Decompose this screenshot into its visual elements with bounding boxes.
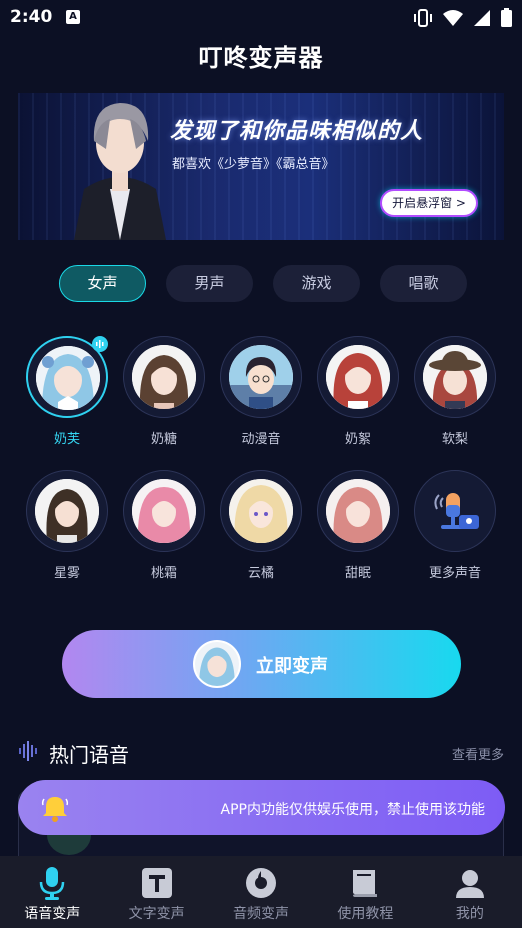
voice-item-xingwu[interactable]: 星雾 bbox=[25, 470, 109, 581]
voice-avatar-ring bbox=[26, 470, 108, 552]
voice-item-naixu[interactable]: 奶絮 bbox=[316, 336, 400, 447]
nav-audio-voice[interactable]: 音频变声 bbox=[209, 856, 313, 928]
nav-label: 语音变声 bbox=[24, 906, 81, 922]
voice-item-yunju[interactable]: 云橘 bbox=[219, 470, 303, 581]
voice-avatar-ring bbox=[220, 470, 302, 552]
avatar bbox=[36, 346, 100, 410]
voice-name: 软梨 bbox=[441, 432, 468, 447]
app-title: 叮咚变声器 bbox=[198, 44, 324, 72]
voice-category-tabs: 女声 男声 游戏 唱歌 bbox=[59, 265, 467, 302]
hot-voices-title: 热门语音 bbox=[49, 743, 129, 767]
voice-name: 奶絮 bbox=[344, 432, 371, 447]
status-icons bbox=[413, 8, 512, 27]
voice-name: 奶糖 bbox=[150, 432, 177, 447]
sound-wave-icon bbox=[19, 741, 37, 761]
promo-banner[interactable]: 发现了和你品味相似的人 都喜欢《少萝音》《霸总音》 开启悬浮窗 > bbox=[18, 93, 504, 240]
nav-label: 音频变声 bbox=[233, 906, 290, 922]
microphone-icon bbox=[39, 867, 65, 900]
convert-label: 立即变声 bbox=[256, 656, 328, 677]
banner-headline: 发现了和你品味相似的人 bbox=[170, 119, 424, 144]
text-t-icon bbox=[141, 868, 172, 898]
voice-name: 甜眠 bbox=[344, 566, 371, 581]
voice-avatar-ring bbox=[317, 470, 399, 552]
convert-voice-button[interactable]: 立即变声 bbox=[62, 630, 461, 698]
nav-label: 文字变声 bbox=[128, 906, 185, 922]
battery-icon bbox=[501, 8, 512, 27]
avatar bbox=[326, 345, 390, 409]
avatar bbox=[229, 345, 293, 409]
voice-item-more[interactable]: 更多声音 bbox=[413, 470, 497, 581]
sound-wave-badge-icon bbox=[92, 336, 108, 352]
avatar bbox=[229, 479, 293, 543]
voice-name: 桃霜 bbox=[150, 566, 177, 581]
avatar bbox=[35, 479, 99, 543]
nav-profile[interactable]: 我的 bbox=[418, 856, 522, 928]
status-time: 2:40 bbox=[10, 7, 53, 27]
banner-character-illustration bbox=[74, 103, 166, 240]
see-more-link[interactable]: 查看更多 bbox=[452, 744, 504, 763]
avatar bbox=[132, 479, 196, 543]
voice-avatar-ring bbox=[414, 336, 496, 418]
avatar bbox=[423, 345, 487, 409]
voice-name: 星雾 bbox=[53, 566, 80, 581]
voice-avatar-ring bbox=[123, 470, 205, 552]
signal-icon bbox=[474, 9, 490, 26]
voice-name: 更多声音 bbox=[428, 566, 481, 581]
voice-item-anime[interactable]: 动漫音 bbox=[219, 336, 303, 447]
vibrate-icon bbox=[414, 8, 432, 27]
voice-item-naifu[interactable]: 奶芙 bbox=[25, 336, 109, 447]
disclaimer-toast: APP内功能仅供娱乐使用，禁止使用该功能 bbox=[18, 780, 505, 835]
avatar bbox=[132, 345, 196, 409]
floating-window-button[interactable]: 开启悬浮窗 > bbox=[380, 189, 478, 217]
voice-avatar-ring bbox=[414, 470, 496, 552]
voice-name: 奶芙 bbox=[53, 432, 80, 447]
voice-item-naitang[interactable]: 奶糖 bbox=[122, 336, 206, 447]
tab-female[interactable]: 女声 bbox=[59, 265, 146, 302]
banner-subtitle: 都喜欢《少萝音》《霸总音》 bbox=[172, 157, 335, 172]
voice-avatar-ring bbox=[317, 336, 399, 418]
nav-label: 我的 bbox=[455, 906, 484, 922]
status-bar: 2:40 A bbox=[0, 0, 522, 36]
voice-name: 云橘 bbox=[247, 566, 274, 581]
voice-item-tianmian[interactable]: 甜眠 bbox=[316, 470, 400, 581]
nav-voice-change[interactable]: 语音变声 bbox=[0, 856, 104, 928]
voice-item-taoshuang[interactable]: 桃霜 bbox=[122, 470, 206, 581]
voice-item-ruanli[interactable]: 软梨 bbox=[413, 336, 497, 447]
more-voices-microphone-icon bbox=[434, 493, 479, 529]
tab-game[interactable]: 游戏 bbox=[273, 265, 360, 302]
nav-text-voice[interactable]: 文字变声 bbox=[104, 856, 208, 928]
voice-avatar-ring bbox=[220, 336, 302, 418]
toast-text: APP内功能仅供娱乐使用，禁止使用该功能 bbox=[220, 802, 485, 818]
tab-singing[interactable]: 唱歌 bbox=[380, 265, 467, 302]
wifi-icon bbox=[443, 9, 463, 26]
book-icon bbox=[353, 870, 378, 897]
notification-a-icon: A bbox=[66, 10, 80, 24]
avatar bbox=[326, 479, 390, 543]
nav-label: 使用教程 bbox=[337, 906, 394, 922]
profile-icon bbox=[455, 870, 484, 898]
bell-icon bbox=[41, 797, 69, 822]
bottom-navigation: 语音变声 文字变声 音频变声 使用教程 我的 bbox=[0, 856, 522, 928]
voice-avatar-ring bbox=[26, 336, 108, 418]
voice-avatar-ring bbox=[123, 336, 205, 418]
voice-name: 动漫音 bbox=[241, 432, 281, 447]
nav-tutorial[interactable]: 使用教程 bbox=[313, 856, 417, 928]
selected-voice-avatar bbox=[193, 640, 241, 688]
app-screen: 2:40 A 叮咚变声器 发现了和你品味相似的人 都喜欢《少萝音》《霸总音》 开… bbox=[0, 0, 522, 928]
disc-icon bbox=[246, 868, 277, 898]
tab-male[interactable]: 男声 bbox=[166, 265, 253, 302]
